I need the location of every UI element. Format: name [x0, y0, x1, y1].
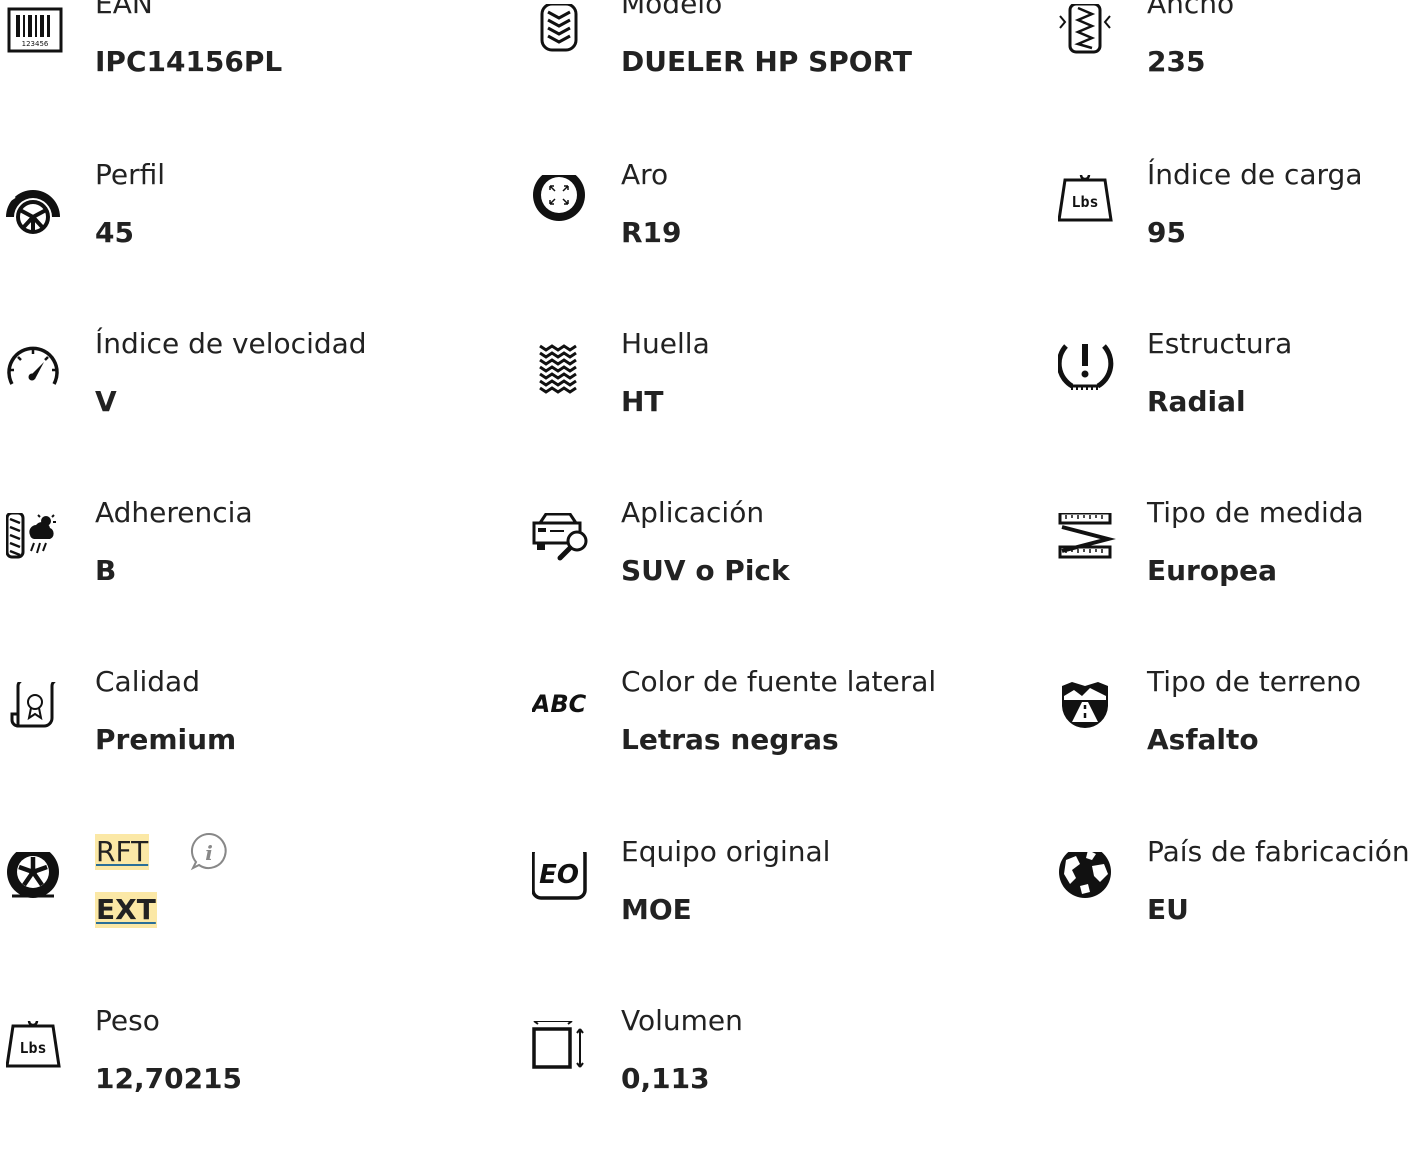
spec-value: 235 [1147, 45, 1206, 78]
certificate-icon [6, 682, 70, 746]
speedometer-icon [6, 344, 70, 408]
ruler-icon [1058, 513, 1122, 577]
spec-value: 45 [95, 216, 134, 249]
spec-aplicacion: Aplicación SUV o Pick [532, 496, 1052, 643]
road-terrain-icon [1058, 682, 1122, 746]
wheel-icon [6, 852, 70, 916]
weight-icon: Lbs [6, 1021, 70, 1085]
spec-volumen: Volumen 0,113 [532, 1004, 1052, 1151]
svg-text:Lbs: Lbs [1071, 193, 1098, 211]
spec-label: Perfil [95, 158, 166, 191]
eo-badge-icon: EO [532, 852, 596, 916]
spec-label: País de fabricación [1147, 835, 1410, 868]
globe-icon [1058, 852, 1122, 916]
spec-value: 12,70215 [95, 1062, 243, 1095]
car-search-icon [532, 513, 596, 577]
spec-adherencia: Adherencia B [6, 496, 526, 643]
spec-value: Letras negras [621, 723, 839, 756]
spec-label: Color de fuente lateral [621, 665, 937, 698]
spec-label: Equipo original [621, 835, 831, 868]
svg-text:ABC: ABC [532, 690, 587, 718]
spec-label: Tipo de medida [1147, 496, 1364, 529]
spec-label: Índice de velocidad [95, 327, 367, 360]
info-button[interactable]: i [189, 832, 229, 872]
spec-label: EAN [95, 0, 153, 20]
info-icon: i [190, 832, 227, 871]
svg-text:123456: 123456 [22, 40, 49, 48]
spec-ancho: Ancho 235 [1058, 0, 1415, 134]
spec-label: Estructura [1147, 327, 1293, 360]
spec-rft: RFT i EXT [6, 832, 526, 982]
spec-grid: 123456 EAN IPC14156PL Modelo DUELER HP S… [0, 0, 1415, 1097]
spec-equipo-original: EO Equipo original MOE [532, 835, 1052, 982]
weight-icon: Lbs [1058, 175, 1122, 239]
spec-value: 0,113 [621, 1062, 710, 1095]
svg-text:i: i [205, 841, 213, 865]
spec-value-ext[interactable]: EXT [95, 892, 157, 928]
spec-value: IPC14156PL [95, 45, 283, 78]
spec-value: R19 [621, 216, 682, 249]
spec-value: Premium [95, 723, 237, 756]
spec-value: B [95, 554, 117, 587]
spec-value: EU [1147, 893, 1189, 926]
spec-peso: Lbs Peso 12,70215 [6, 1004, 526, 1151]
spec-label: Índice de carga [1147, 158, 1363, 191]
abc-icon: ABC [532, 682, 596, 746]
barcode-icon: 123456 [6, 4, 70, 68]
spec-huella: Huella HT [532, 327, 1052, 474]
spec-tipo-terreno: Tipo de terreno Asfalto [1058, 665, 1415, 812]
spec-aro: Aro R19 [532, 158, 1052, 305]
rim-icon [532, 175, 596, 239]
tire-profile-icon [6, 175, 70, 239]
spec-value: HT [621, 385, 664, 418]
spec-value: V [95, 385, 117, 418]
spec-ean: 123456 EAN IPC14156PL [6, 0, 526, 134]
spec-label: Volumen [621, 1004, 743, 1037]
spec-calidad: Calidad Premium [6, 665, 526, 812]
spec-label: Peso [95, 1004, 160, 1037]
spec-label: Aro [621, 158, 669, 191]
spec-indice-velocidad: Índice de velocidad V [6, 327, 526, 474]
spec-value: DUELER HP SPORT [621, 45, 912, 78]
spec-label: Modelo [621, 0, 723, 20]
spec-label: Calidad [95, 665, 200, 698]
tread-pattern-icon [532, 344, 596, 408]
spec-estructura: Estructura Radial [1058, 327, 1415, 474]
rft-link[interactable]: RFT [95, 834, 150, 870]
spec-value: Europea [1147, 554, 1278, 587]
spec-pais-fabricacion: País de fabricación EU [1058, 835, 1415, 982]
spec-modelo: Modelo DUELER HP SPORT [532, 0, 1052, 134]
spec-label: Tipo de terreno [1147, 665, 1361, 698]
tire-tread-icon [532, 4, 596, 68]
spec-value: MOE [621, 893, 692, 926]
tire-width-icon [1058, 4, 1122, 68]
spec-color-fuente: ABC Color de fuente lateral Letras negra… [532, 665, 1052, 812]
spec-label: Adherencia [95, 496, 253, 529]
spec-label: Ancho [1147, 0, 1235, 20]
spec-value: SUV o Pick [621, 554, 790, 587]
volume-icon [532, 1021, 596, 1085]
spec-perfil: Perfil 45 [6, 158, 526, 305]
spec-label: Aplicación [621, 496, 765, 529]
spec-value: 95 [1147, 216, 1186, 249]
spec-label: Huella [621, 327, 710, 360]
spec-indice-carga: Lbs Índice de carga 95 [1058, 158, 1415, 305]
svg-text:Lbs: Lbs [19, 1039, 46, 1057]
svg-text:EO: EO [539, 860, 579, 890]
spec-value: Asfalto [1147, 723, 1259, 756]
spec-tipo-medida: Tipo de medida Europea [1058, 496, 1415, 643]
tire-warning-icon [1058, 344, 1122, 408]
weather-grip-icon [6, 513, 70, 577]
spec-value: Radial [1147, 385, 1246, 418]
